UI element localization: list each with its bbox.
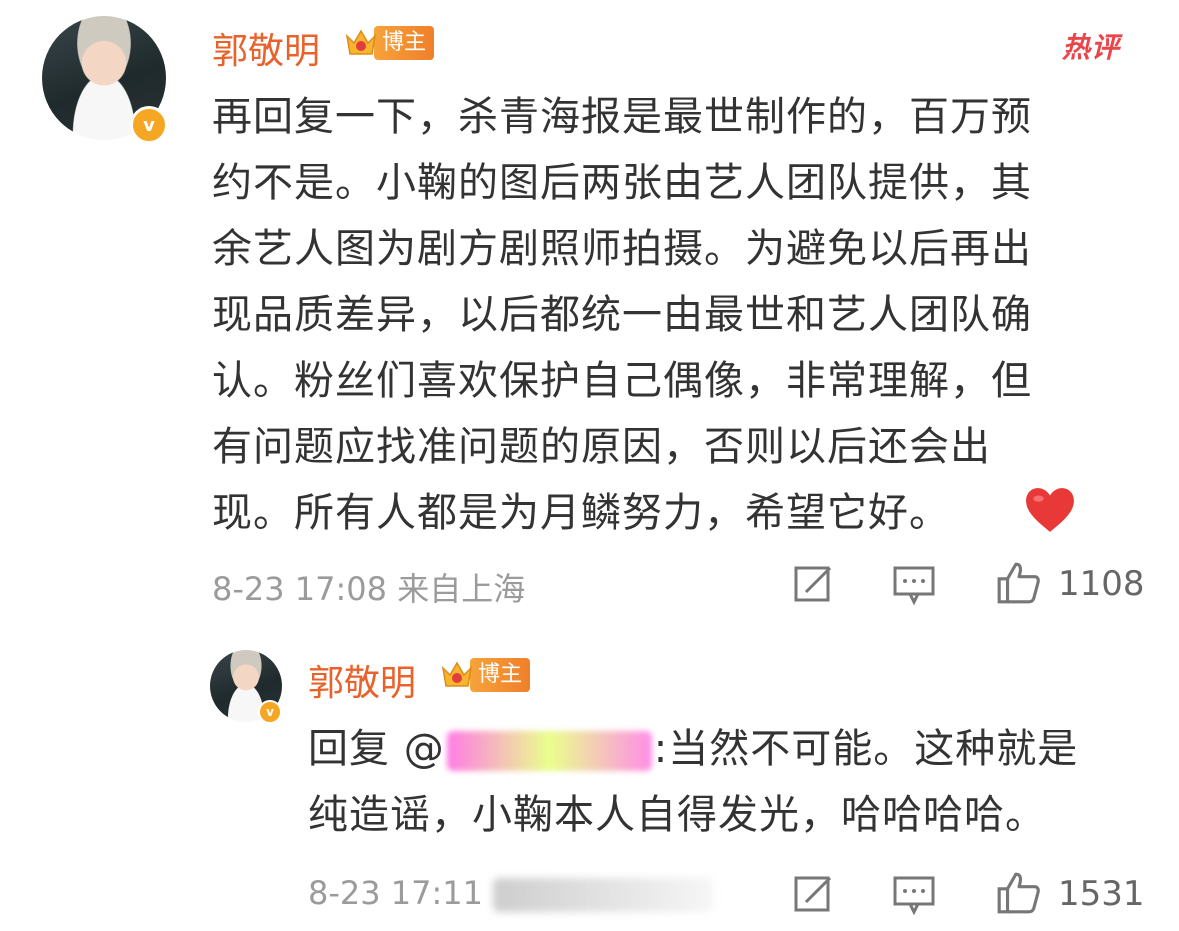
comment-line: 有问题应找准问题的原因，否则以后还会出 — [212, 424, 991, 470]
reply-line: 纯造谣，小鞠本人自得发光，哈哈哈哈。 — [308, 792, 1046, 838]
crown-icon — [345, 29, 377, 55]
like-count: 1108 — [1058, 564, 1145, 604]
heart-emoji-icon — [1026, 488, 1074, 532]
redacted-mention[interactable] — [446, 731, 652, 771]
comment-line-last: 现。所有人都是为月鳞努力，希望它好。 — [212, 480, 1152, 546]
comment-line: 余艺人图为剧方剧照师拍摄。为避免以后再出 — [212, 226, 1032, 272]
comment-text: 再回复一下，杀青海报是最世制作的，百万预 约不是。小鞠的图后两张由艺人团队提供，… — [212, 84, 1152, 546]
comment-icon[interactable] — [892, 872, 936, 916]
reply-meta: 8-23 17:11 — [308, 874, 714, 912]
comment-line: 现。所有人都是为月鳞努力，希望它好。 — [212, 490, 950, 536]
reply-time: 8-23 17:11 — [308, 874, 484, 912]
reply-text: 回复 @ :当然不可能。这种就是 纯造谣，小鞠本人自得发光，哈哈哈哈。 — [308, 716, 1148, 848]
like-icon[interactable] — [994, 870, 1042, 916]
comment-line: 现品质差异，以后都统一由最世和艺人团队确 — [212, 292, 1032, 338]
crown-icon — [441, 661, 473, 687]
badge-label: 博主 — [374, 26, 435, 60]
reply-line: 回复 @ :当然不可能。这种就是 — [308, 716, 1148, 782]
blogger-badge: 博主 — [440, 658, 531, 692]
comment-icon[interactable] — [892, 562, 936, 606]
comment-line: 再回复一下，杀青海报是最世制作的，百万预 — [212, 94, 1032, 140]
share-icon[interactable] — [792, 872, 836, 916]
like-icon[interactable] — [994, 560, 1042, 606]
reply-line-rest: :当然不可能。这种就是 — [653, 726, 1079, 772]
comment-username[interactable]: 郭敬明 — [212, 22, 320, 74]
redacted-location — [493, 878, 714, 912]
badge-label: 博主 — [470, 658, 531, 692]
verified-icon: v — [130, 106, 168, 144]
comment-line: 约不是。小鞠的图后两张由艺人团队提供，其 — [212, 160, 1032, 206]
hot-comment-tag: 热评 — [1062, 31, 1121, 64]
comment-meta: 8-23 17:08 来自上海 — [212, 570, 526, 608]
reply-avatar[interactable]: v — [210, 650, 282, 724]
blogger-badge: 博主 — [344, 26, 435, 60]
avatar[interactable]: v — [42, 16, 168, 144]
share-icon[interactable] — [792, 562, 836, 606]
comment-line: 认。粉丝们喜欢保护自己偶像，非常理解，但 — [212, 358, 1032, 404]
reply-username[interactable]: 郭敬明 — [308, 654, 416, 706]
verified-icon: v — [258, 700, 282, 724]
reply-prefix: 回复 @ — [308, 726, 445, 772]
like-count: 1531 — [1058, 874, 1145, 914]
